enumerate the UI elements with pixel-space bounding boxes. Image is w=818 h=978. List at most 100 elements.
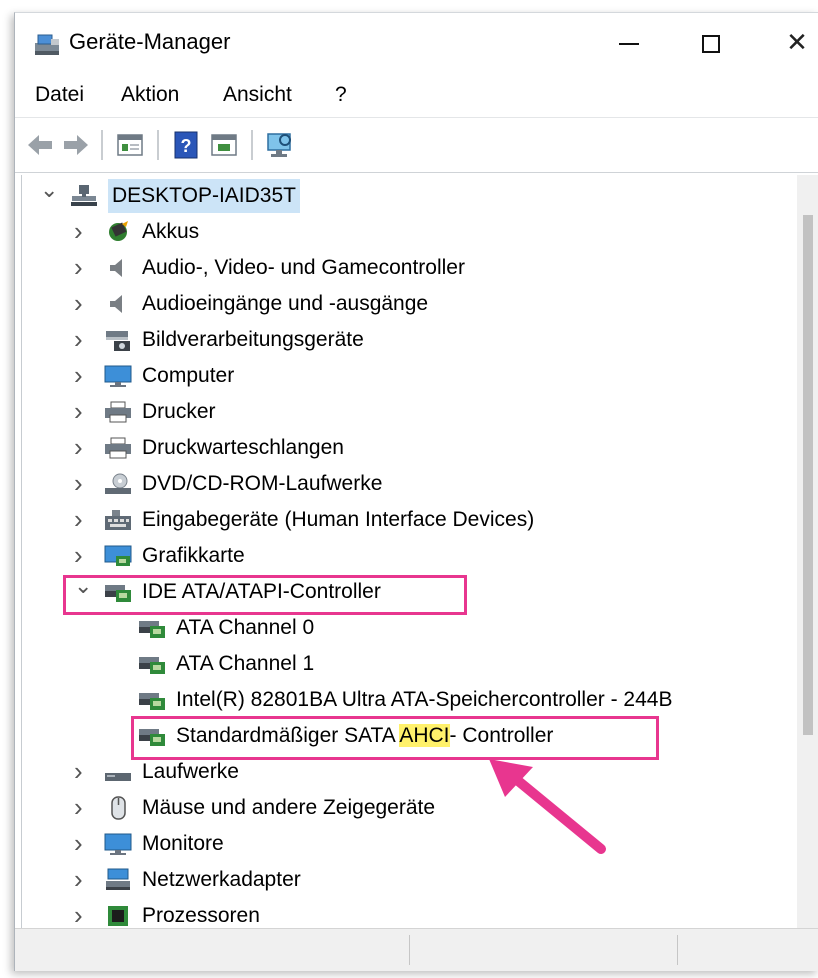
tree-item-label: DVD/CD-ROM-Laufwerke — [142, 472, 383, 495]
help-icon[interactable]: ? — [171, 130, 201, 160]
menu-ansicht[interactable]: Ansicht — [223, 83, 292, 107]
toolbar-separator — [101, 130, 103, 160]
menu-aktion[interactable]: Aktion — [121, 83, 179, 107]
scrollbar-thumb[interactable] — [803, 215, 813, 735]
chevron-right-icon[interactable]: › — [74, 323, 94, 357]
tree-item-drucker[interactable]: › Drucker — [74, 395, 808, 429]
mouse-icon — [104, 796, 132, 820]
speaker-icon — [104, 292, 132, 316]
drive-icon — [104, 760, 132, 784]
chevron-right-icon[interactable]: › — [74, 755, 94, 789]
toolbar: ? — [15, 117, 818, 173]
tree-item-label: Eingabegeräte (Human Interface Devices) — [142, 508, 535, 531]
device-manager-icon — [35, 34, 59, 55]
keyboard-icon — [104, 508, 132, 532]
tree-item-laufwerke[interactable]: › Laufwerke — [74, 755, 808, 789]
toolbar-separator — [251, 130, 253, 160]
chevron-right-icon[interactable]: › — [74, 863, 94, 897]
tree-item-label: Grafikkarte — [142, 544, 245, 567]
close-icon: ✕ — [786, 27, 808, 57]
highlight-box-ide-controller — [63, 575, 467, 615]
tree-item-label: Computer — [142, 364, 235, 387]
device-manager-window: Geräte-Manager ✕ Datei Aktion Ansicht ? … — [14, 12, 818, 971]
chevron-down-icon[interactable]: ⌄ — [40, 179, 60, 213]
tree-item-intel-r-82801ba-ultra-ata-speichercontroller-244b[interactable]: Intel(R) 82801BA Ultra ATA-Speichercontr… — [108, 683, 808, 717]
maximize-icon — [702, 35, 720, 54]
chevron-right-icon[interactable]: › — [74, 215, 94, 249]
forward-arrow-icon[interactable] — [61, 130, 91, 160]
printer-icon — [104, 436, 132, 460]
minimize-button[interactable] — [599, 19, 659, 65]
tree-item-ata-channel-0[interactable]: ATA Channel 0 — [108, 611, 808, 645]
back-arrow-icon[interactable] — [25, 130, 55, 160]
tree-item-eingabeger-te-human-interface-devices[interactable]: › Eingabegeräte (Human Interface Devices) — [74, 503, 808, 537]
chevron-right-icon[interactable]: › — [74, 539, 94, 573]
monitor-icon — [104, 364, 132, 388]
tree-item-netzwerkadapter[interactable]: › Netzwerkadapter — [74, 863, 808, 897]
tree-item-audio-video-und-gamecontroller[interactable]: › Audio-, Video- und Gamecontroller — [74, 251, 808, 285]
vertical-scrollbar[interactable] — [797, 175, 818, 929]
controller-icon — [138, 688, 166, 712]
tree-root-desktop[interactable]: ⌄ DESKTOP-IAID35T — [40, 179, 800, 213]
controller-icon — [138, 652, 166, 676]
chevron-right-icon[interactable]: › — [74, 827, 94, 861]
chevron-right-icon[interactable]: › — [74, 251, 94, 285]
tree-item-prozessoren[interactable]: › Prozessoren — [74, 899, 808, 929]
chevron-right-icon[interactable]: › — [74, 791, 94, 825]
processor-icon — [104, 904, 132, 928]
tree-item-audioeing-nge-und-ausg-nge[interactable]: › Audioeingänge und -ausgänge — [74, 287, 808, 321]
scan-hardware-icon[interactable] — [265, 130, 295, 160]
minimize-icon — [619, 43, 639, 46]
tree-item-label: Mäuse und andere Zeigegeräte — [142, 796, 436, 819]
tree-item-akkus[interactable]: › Akkus — [74, 215, 808, 249]
tree-item-label: ATA Channel 0 — [176, 616, 315, 639]
chevron-right-icon[interactable]: › — [74, 467, 94, 501]
tree-item-m-use-und-andere-zeigeger-te[interactable]: › Mäuse und andere Zeigegeräte — [74, 791, 808, 825]
speaker-icon — [104, 256, 132, 280]
menu-datei[interactable]: Datei — [35, 83, 84, 107]
tree-item-label: Audio-, Video- und Gamecontroller — [142, 256, 465, 279]
properties-icon[interactable] — [115, 130, 145, 160]
tree-item-label: Druckwarteschlangen — [142, 436, 344, 459]
disc-drive-icon — [104, 472, 132, 496]
tree-item-monitore[interactable]: › Monitore — [74, 827, 808, 861]
tree-item-label: ATA Channel 1 — [176, 652, 315, 675]
tree-item-dvd-cd-rom-laufwerke[interactable]: › DVD/CD-ROM-Laufwerke — [74, 467, 808, 501]
chevron-right-icon[interactable]: › — [74, 359, 94, 393]
device-tree: ⌄ DESKTOP-IAID35T › Akkus › Audio-, Video- un… — [21, 175, 808, 929]
title-bar[interactable]: Geräte-Manager ✕ — [15, 13, 818, 73]
tree-item-ata-channel-1[interactable]: ATA Channel 1 — [108, 647, 808, 681]
chevron-right-icon[interactable]: › — [74, 431, 94, 465]
tree-item-label: Laufwerke — [142, 760, 239, 783]
tree-item-grafikkarte[interactable]: › Grafikkarte — [74, 539, 808, 573]
chevron-right-icon[interactable]: › — [74, 899, 94, 929]
tree-item-label: Drucker — [142, 400, 216, 423]
tree-item-label: Netzwerkadapter — [142, 868, 301, 891]
tree-item-computer[interactable]: › Computer — [74, 359, 808, 393]
tree-item-label: Akkus — [142, 220, 200, 243]
monitor-icon — [104, 832, 132, 856]
chevron-right-icon[interactable]: › — [74, 503, 94, 537]
close-button[interactable]: ✕ — [767, 19, 818, 65]
menu-bar: Datei Aktion Ansicht ? — [15, 75, 818, 117]
tree-item-druckwarteschlangen[interactable]: › Druckwarteschlangen — [74, 431, 808, 465]
tree-item-label: Intel(R) 82801BA Ultra ATA-Speichercontr… — [176, 688, 673, 711]
update-driver-icon[interactable] — [209, 130, 239, 160]
menu-help[interactable]: ? — [335, 83, 347, 107]
maximize-button[interactable] — [681, 19, 741, 65]
chevron-right-icon[interactable]: › — [74, 395, 94, 429]
display-adapter-icon — [104, 544, 132, 568]
window-title: Geräte-Manager — [69, 29, 231, 54]
tree-item-label: Audioeingänge und -ausgänge — [142, 292, 429, 315]
toolbar-separator — [157, 130, 159, 160]
computer-root-icon — [70, 184, 98, 208]
camera-icon — [104, 328, 132, 352]
status-divider — [677, 935, 678, 965]
network-icon — [104, 868, 132, 892]
tree-item-bildverarbeitungsger-te[interactable]: › Bildverarbeitungsgeräte — [74, 323, 808, 357]
chevron-right-icon[interactable]: › — [74, 287, 94, 321]
status-divider — [409, 935, 410, 965]
controller-icon — [138, 616, 166, 640]
battery-icon — [104, 220, 132, 244]
tree-root-label: DESKTOP-IAID35T — [108, 179, 300, 213]
